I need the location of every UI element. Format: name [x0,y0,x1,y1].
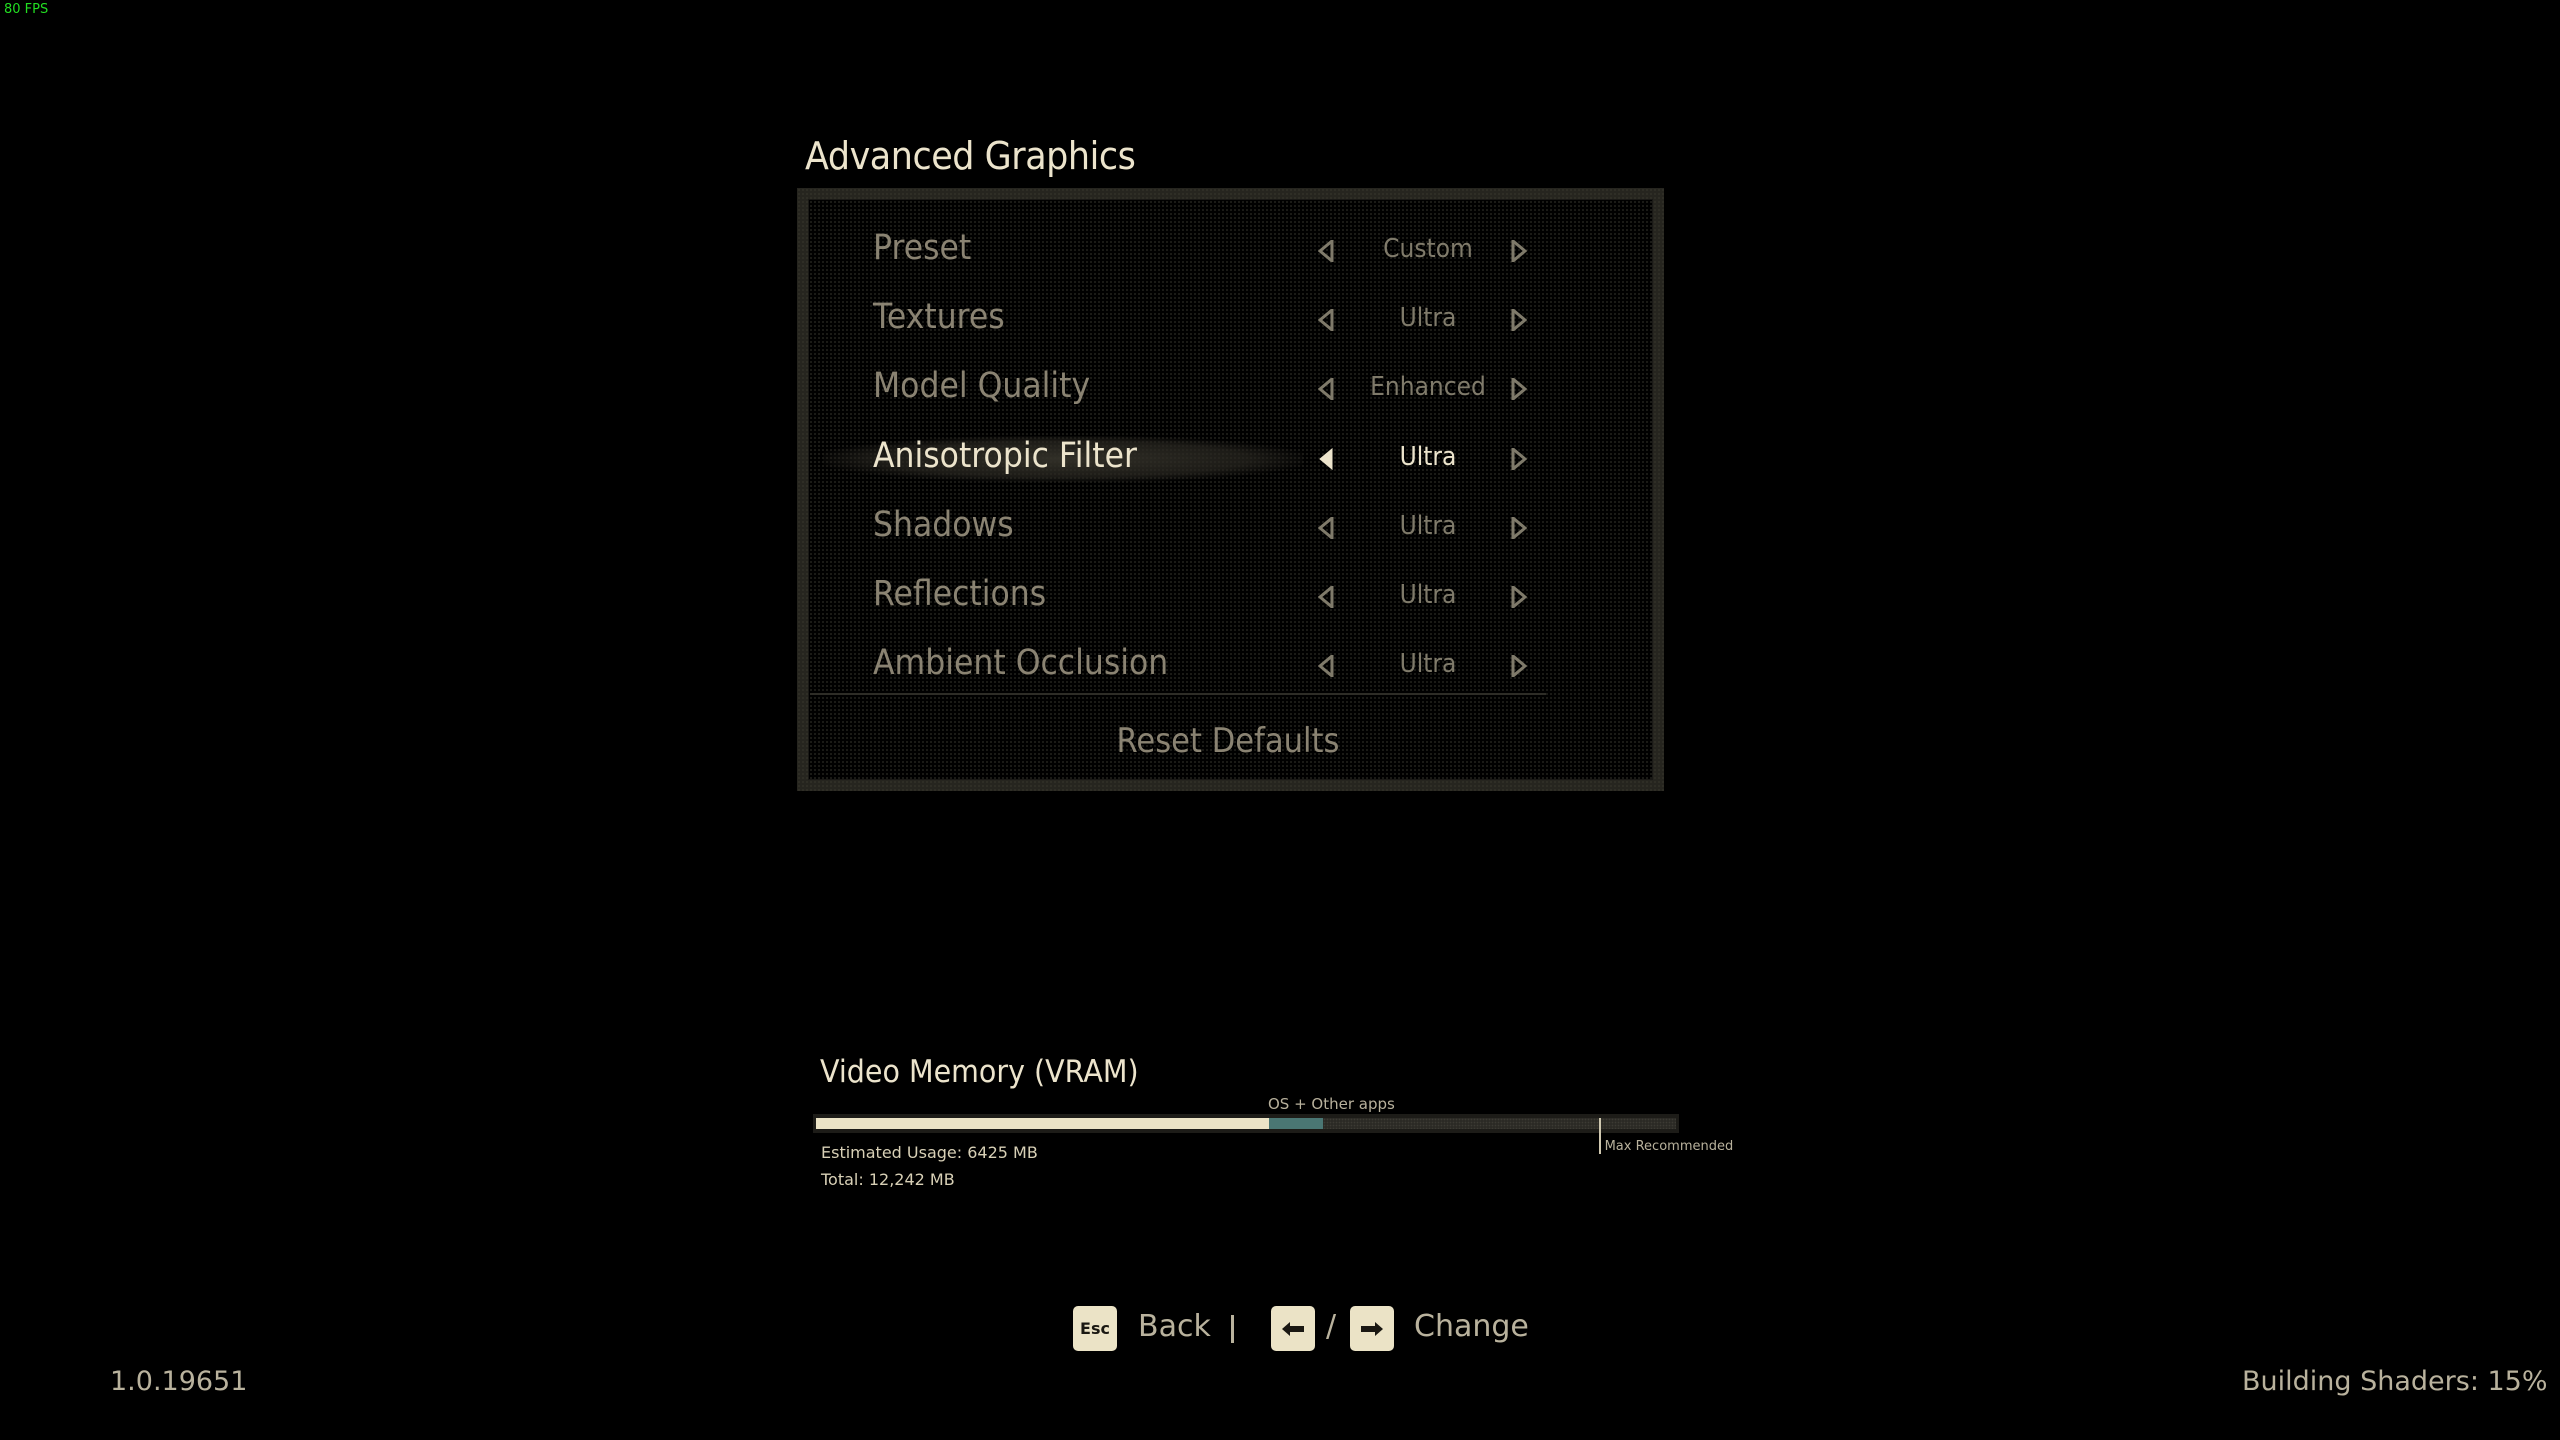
arrow-left-icon[interactable] [1318,655,1334,678]
vram-usage-fill [816,1118,1270,1129]
fps-counter: 80 FPS [4,2,49,17]
setting-value: Ultra [1399,510,1457,541]
max-recommended-marker [1598,1118,1601,1154]
setting-label: Ambient Occlusion [873,643,1169,684]
page-title: Advanced Graphics [805,134,1136,178]
setting-row-model-quality[interactable]: Model Quality Enhanced [808,358,1653,418]
setting-value: Enhanced [1370,372,1486,403]
arrow-left-icon[interactable] [1318,516,1334,539]
arrow-right-icon[interactable] [1511,447,1527,470]
arrow-left-icon[interactable] [1318,447,1334,470]
setting-row-shadows[interactable]: Shadows Ultra [808,497,1653,557]
setting-row-reflections[interactable]: Reflections Ultra [808,566,1653,626]
setting-label: Shadows [873,504,1014,545]
setting-label: Textures [873,297,1005,338]
arrow-right-icon[interactable] [1511,240,1527,262]
settings-panel: Preset Custom Textures Ultra Model Quali… [797,188,1664,791]
arrow-right-icon[interactable] [1511,586,1527,608]
arrow-right-glyph-icon [1361,1321,1383,1336]
setting-value: Custom [1383,234,1473,264]
setting-row-preset[interactable]: Preset Custom [808,220,1653,280]
arrow-left-icon[interactable] [1318,309,1334,332]
setting-label: Model Quality [873,366,1091,407]
setting-value: Ultra [1399,649,1457,680]
arrow-left-icon[interactable] [1318,378,1334,401]
setting-label: Preset [873,228,972,268]
setting-value: Ultra [1399,303,1457,334]
arrow-right-icon[interactable] [1511,655,1527,678]
setting-value: Ultra [1399,580,1457,610]
vram-bar [813,1114,1679,1133]
back-hint[interactable]: Back [1138,1309,1211,1344]
vram-title: Video Memory (VRAM) [820,1054,1139,1090]
arrow-right-icon[interactable] [1511,309,1527,332]
setting-row-textures[interactable]: Textures Ultra [808,289,1653,349]
arrow-left-icon[interactable] [1318,240,1334,262]
setting-value: Ultra [1399,441,1457,472]
esc-key-icon[interactable]: Esc [1073,1306,1117,1351]
estimated-usage: Estimated Usage: 6425 MB [821,1143,1038,1162]
max-recommended-label: Max Recommended [1604,1139,1734,1154]
reset-defaults-button[interactable]: Reset Defaults [1075,721,1381,761]
version-label: 1.0.19651 [110,1366,248,1397]
arrow-left-icon[interactable] [1318,586,1334,608]
os-apps-label: OS + Other apps [1268,1095,1395,1113]
arrow-right-icon[interactable] [1511,378,1527,401]
slash: / [1326,1309,1337,1344]
arrow-left-glyph-icon [1282,1321,1304,1336]
right-arrow-key-icon[interactable] [1350,1306,1394,1351]
arrow-right-icon[interactable] [1511,516,1527,539]
hint-separator [1231,1315,1234,1343]
setting-row-ambient-occlusion[interactable]: Ambient Occlusion Ultra [808,635,1653,695]
shader-status: Building Shaders: 15% [2242,1366,2548,1397]
left-arrow-key-icon[interactable] [1271,1306,1315,1351]
setting-label: Reflections [873,574,1047,614]
vram-os-fill [1269,1118,1324,1129]
divider [810,693,1546,695]
total-vram: Total: 12,242 MB [821,1170,955,1189]
change-hint[interactable]: Change [1414,1309,1529,1344]
setting-row-anisotropic-filter[interactable]: Anisotropic Filter Ultra [808,428,1653,488]
setting-label: Anisotropic Filter [873,435,1137,476]
